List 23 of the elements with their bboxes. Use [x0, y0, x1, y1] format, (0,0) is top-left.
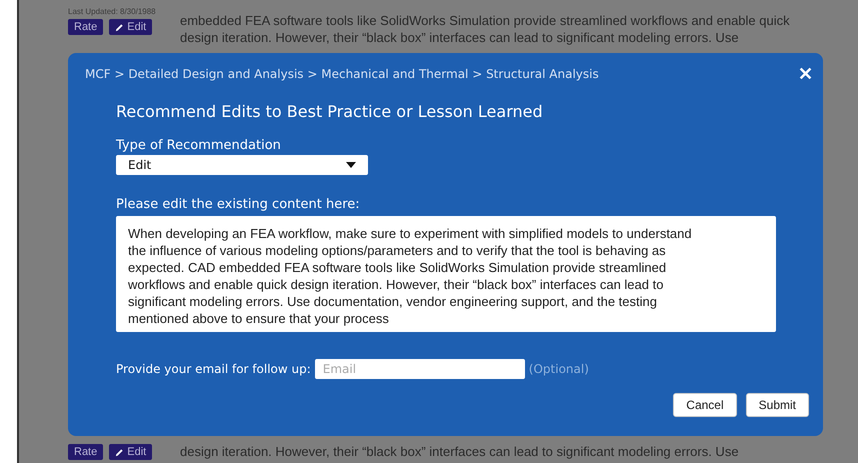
- pencil-icon: [115, 22, 124, 32]
- submit-button[interactable]: Submit: [746, 393, 809, 417]
- pencil-icon: [115, 448, 124, 456]
- rate-button[interactable]: Rate: [68, 19, 104, 35]
- cancel-button[interactable]: Cancel: [673, 393, 737, 417]
- caret-icon: [346, 162, 356, 168]
- field-label: Please edit the existing content here:: [116, 197, 360, 212]
- dialog-title: Recommend Edits to Best Practice or Lesson Learned: [116, 102, 543, 121]
- content-text-area[interactable]: When developing an FEA workflow, make sure to experiment with simplified models to understand the influence of various modeling options/parameters and to verify that the tool is behaving as expected. CAD embedded FEA software tools like SolidWorks Simulation provide streamlined workflows and enable quick design iteration. However, their “black box” interfaces can lead to significant modeling errors. Use documentation, vendor engineering support, and the testing mentioned above to ensure that your process: [116, 216, 776, 332]
- body-text-line: design iteration. However, their “black box” interfaces can lead to significant modeling errors. Use: [180, 29, 740, 46]
- edit-button[interactable]: Edit: [109, 444, 152, 460]
- field-label: Provide your email for follow up:: [116, 362, 311, 376]
- body-text-line: design iteration. However, their “black box” interfaces can lead to significant modeling errors. Use: [180, 443, 739, 460]
- edit-button[interactable]: Edit: [109, 19, 152, 35]
- close-button[interactable]: ✕: [798, 63, 813, 85]
- field-label: Type of Recommendation: [116, 138, 281, 153]
- body-text-line: embedded FEA software tools like SolidWorks Simulation provide streamlined workflows and enable quick: [180, 12, 790, 29]
- rate-button[interactable]: Rate: [68, 444, 104, 460]
- optional-hint: (Optional): [528, 362, 589, 376]
- breadcrumb: MCF > Detailed Design and Analysis > Mechanical and Thermal > Structural Analysis: [85, 67, 599, 81]
- last-updated-text: Last Updated: 8/30/1988: [68, 7, 156, 16]
- email-input-field[interactable]: Email: [314, 359, 525, 379]
- recommendation-type-dropdown[interactable]: Edit: [116, 155, 368, 175]
